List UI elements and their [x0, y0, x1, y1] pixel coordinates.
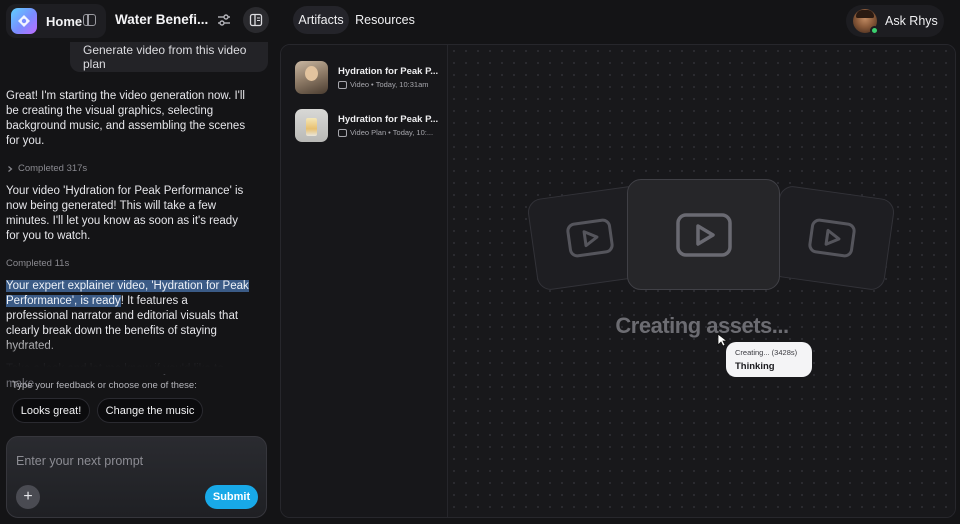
panel-icon — [249, 13, 263, 27]
ask-rhys-button[interactable]: Ask Rhys — [846, 5, 944, 37]
meta-separator: • — [371, 80, 374, 89]
chat-panel: Generate video from this video plan Grea… — [0, 42, 276, 524]
video-play-icon — [808, 218, 856, 258]
artifact-meta: Video • Today, 10:31am — [338, 80, 429, 89]
artifact-title: Hydration for Peak P... — [338, 114, 439, 125]
mouse-cursor-icon — [717, 333, 727, 347]
artifact-time: Today, 10:... — [392, 128, 434, 137]
image-icon — [338, 128, 347, 137]
assistant-message-final: Your expert explainer video, 'Hydration … — [6, 279, 250, 392]
user-name: Ask Rhys — [885, 14, 938, 28]
scroll-fade — [0, 340, 276, 374]
user-message: Generate video from this video plan — [70, 42, 268, 72]
online-status-dot — [870, 26, 879, 35]
artifact-type: Video Plan — [350, 128, 387, 137]
artifact-item-video[interactable]: Hydration for Peak P... Video • Today, 1… — [295, 61, 445, 97]
video-play-icon — [675, 212, 732, 257]
assistant-message: Great! I'm starting the video generation… — [6, 90, 246, 147]
top-bar: Home Water Benefi... Artifacts Resources… — [0, 0, 960, 42]
prompt-input[interactable] — [16, 451, 256, 471]
feedback-hint: Type your feedback or choose one of thes… — [12, 380, 197, 391]
progress-status-bubble: Creating... (3428s) Thinking — [726, 342, 812, 377]
video-icon — [338, 80, 347, 89]
artifact-time: Today, 10:31am — [375, 80, 429, 89]
meta-separator: • — [388, 128, 391, 137]
video-play-icon — [566, 218, 614, 258]
progress-status-label: Thinking — [735, 361, 775, 372]
completed-status: Completed 11s — [6, 258, 70, 269]
chevron-right-icon — [8, 165, 13, 172]
progress-status-detail: Creating... (3428s) — [735, 348, 798, 357]
artifact-list: Hydration for Peak P... Video • Today, 1… — [281, 45, 448, 517]
creating-assets-title: Creating assets... — [615, 313, 789, 338]
artifact-title: Hydration for Peak P... — [338, 66, 439, 77]
artifact-canvas: Creating assets... Creating... (3428s) T… — [448, 45, 955, 517]
project-title[interactable]: Water Benefi... — [115, 12, 208, 27]
home-label: Home — [46, 13, 83, 29]
artifact-panel: Hydration for Peak P... Video • Today, 1… — [280, 44, 956, 518]
video-plan-thumbnail — [295, 109, 328, 142]
submit-button[interactable]: Submit — [205, 485, 258, 509]
settings-sliders-icon[interactable] — [214, 10, 234, 30]
video-thumbnail — [295, 61, 328, 94]
app-logo-icon — [11, 8, 37, 34]
artifact-type: Video — [350, 80, 370, 89]
prompt-box: + Submit — [6, 436, 267, 518]
tab-artifacts[interactable]: Artifacts — [293, 6, 349, 34]
artifact-item-video-plan[interactable]: Hydration for Peak P... Video Plan • Tod… — [295, 109, 445, 145]
plus-icon: + — [23, 488, 33, 505]
suggestion-chip-change-music[interactable]: Change the music — [97, 398, 203, 423]
video-placeholder-card — [768, 184, 896, 292]
suggestion-chip-looks-great[interactable]: Looks great! — [12, 398, 90, 423]
assistant-message: Your video 'Hydration for Peak Performan… — [6, 185, 244, 242]
sidebar-toggle-icon[interactable] — [83, 14, 96, 26]
completed-status-label: Completed 317s — [18, 163, 88, 174]
add-attachment-button[interactable]: + — [16, 485, 40, 509]
tab-resources[interactable]: Resources — [354, 6, 416, 34]
toggle-panel-button[interactable] — [243, 7, 269, 33]
artifact-meta: Video Plan • Today, 10:... — [338, 128, 433, 137]
video-placeholder-card-main — [627, 179, 780, 290]
completed-status-expandable[interactable]: Completed 317s — [6, 163, 87, 174]
avatar — [853, 9, 879, 35]
